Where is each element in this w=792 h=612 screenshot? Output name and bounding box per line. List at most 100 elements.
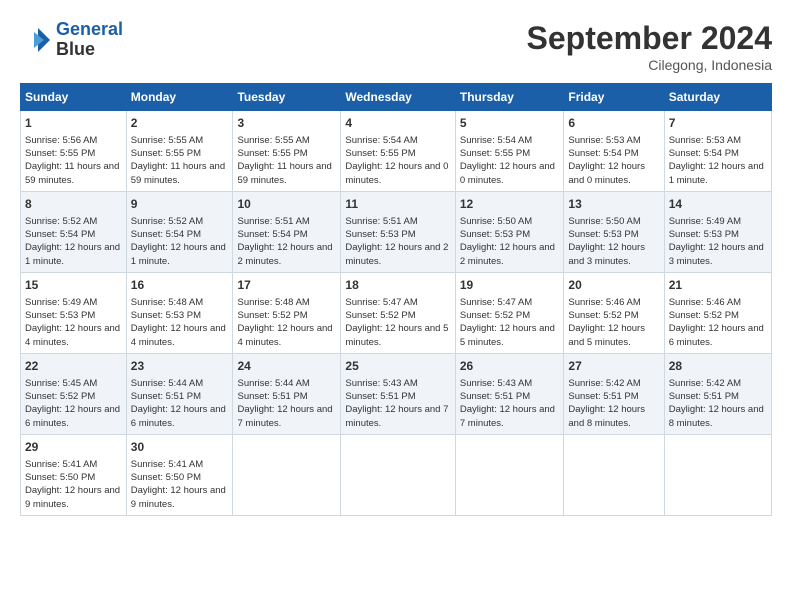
sunrise: Sunrise: 5:46 AM (568, 297, 640, 308)
day-number: 27 (568, 358, 659, 375)
day-number: 26 (460, 358, 560, 375)
sunrise: Sunrise: 5:42 AM (669, 378, 741, 389)
table-row: 16Sunrise: 5:48 AMSunset: 5:53 PMDayligh… (126, 272, 233, 353)
sunset: Sunset: 5:51 PM (131, 391, 201, 402)
sunrise: Sunrise: 5:54 AM (345, 135, 417, 146)
day-number: 12 (460, 196, 560, 213)
day-number: 9 (131, 196, 229, 213)
table-row: 6Sunrise: 5:53 AMSunset: 5:54 PMDaylight… (564, 111, 664, 192)
daylight-label: Daylight: 12 hours and 5 minutes. (460, 323, 555, 347)
table-row: 30Sunrise: 5:41 AMSunset: 5:50 PMDayligh… (126, 434, 233, 515)
calendar-table: Sunday Monday Tuesday Wednesday Thursday… (20, 83, 772, 516)
daylight-label: Daylight: 12 hours and 3 minutes. (568, 242, 645, 266)
col-thursday: Thursday (455, 84, 564, 111)
logo-text: General Blue (56, 20, 123, 60)
day-number: 25 (345, 358, 450, 375)
daylight-label: Daylight: 12 hours and 2 minutes. (460, 242, 555, 266)
day-number: 28 (669, 358, 767, 375)
sunset: Sunset: 5:52 PM (25, 391, 95, 402)
sunrise: Sunrise: 5:41 AM (25, 459, 97, 470)
table-row: 24Sunrise: 5:44 AMSunset: 5:51 PMDayligh… (233, 353, 341, 434)
daylight-label: Daylight: 11 hours and 59 minutes. (25, 161, 119, 185)
day-number: 2 (131, 115, 229, 132)
table-row: 10Sunrise: 5:51 AMSunset: 5:54 PMDayligh… (233, 191, 341, 272)
daylight-label: Daylight: 12 hours and 0 minutes. (460, 161, 555, 185)
table-row: 18Sunrise: 5:47 AMSunset: 5:52 PMDayligh… (341, 272, 455, 353)
table-row: 4Sunrise: 5:54 AMSunset: 5:55 PMDaylight… (341, 111, 455, 192)
sunrise: Sunrise: 5:52 AM (131, 216, 203, 227)
table-row: 8Sunrise: 5:52 AMSunset: 5:54 PMDaylight… (21, 191, 127, 272)
day-number: 16 (131, 277, 229, 294)
sunrise: Sunrise: 5:42 AM (568, 378, 640, 389)
sunset: Sunset: 5:51 PM (568, 391, 638, 402)
table-row: 28 Sunrise: 5:42 AM Sunset: 5:51 PM Dayligh… (664, 353, 771, 434)
sunset: Sunset: 5:52 PM (237, 310, 307, 321)
day-number: 4 (345, 115, 450, 132)
table-row: 20Sunrise: 5:46 AMSunset: 5:52 PMDayligh… (564, 272, 664, 353)
location: Cilegong, Indonesia (527, 57, 772, 73)
sunset: Sunset: 5:52 PM (460, 310, 530, 321)
table-row: 5Sunrise: 5:54 AMSunset: 5:55 PMDaylight… (455, 111, 564, 192)
day-number: 20 (568, 277, 659, 294)
daylight-label: Daylight: 12 hours and 8 minutes. (669, 404, 764, 428)
table-row: 9Sunrise: 5:52 AMSunset: 5:54 PMDaylight… (126, 191, 233, 272)
day-number: 13 (568, 196, 659, 213)
sunset: Sunset: 5:55 PM (25, 148, 95, 159)
daylight-label: Daylight: 12 hours and 0 minutes. (568, 161, 645, 185)
daylight-label: Daylight: 12 hours and 7 minutes. (345, 404, 448, 428)
daylight-label: Daylight: 12 hours and 1 minute. (669, 161, 764, 185)
page-header: General Blue September 2024 Cilegong, In… (20, 20, 772, 73)
table-row (233, 434, 341, 515)
sunrise: Sunrise: 5:43 AM (345, 378, 417, 389)
sunset: Sunset: 5:54 PM (237, 229, 307, 240)
table-row (455, 434, 564, 515)
sunrise: Sunrise: 5:53 AM (669, 135, 741, 146)
table-row: 14Sunrise: 5:49 AMSunset: 5:53 PMDayligh… (664, 191, 771, 272)
daylight-label: Daylight: 12 hours and 9 minutes. (131, 485, 226, 509)
sunrise: Sunrise: 5:43 AM (460, 378, 532, 389)
sunset: Sunset: 5:53 PM (25, 310, 95, 321)
sunrise: Sunrise: 5:50 AM (460, 216, 532, 227)
sunrise: Sunrise: 5:55 AM (237, 135, 309, 146)
daylight-label: Daylight: 12 hours and 5 minutes. (568, 323, 645, 347)
table-row (341, 434, 455, 515)
sunset: Sunset: 5:53 PM (345, 229, 415, 240)
col-monday: Monday (126, 84, 233, 111)
table-row: 1Sunrise: 5:56 AMSunset: 5:55 PMDaylight… (21, 111, 127, 192)
daylight-label: Daylight: 12 hours and 4 minutes. (237, 323, 332, 347)
day-number: 1 (25, 115, 122, 132)
sunrise: Sunrise: 5:49 AM (669, 216, 741, 227)
sunset: Sunset: 5:51 PM (669, 391, 739, 402)
sunset: Sunset: 5:54 PM (568, 148, 638, 159)
sunrise: Sunrise: 5:50 AM (568, 216, 640, 227)
sunset: Sunset: 5:55 PM (131, 148, 201, 159)
sunrise: Sunrise: 5:44 AM (131, 378, 203, 389)
col-saturday: Saturday (664, 84, 771, 111)
day-number: 29 (25, 439, 122, 456)
day-number: 17 (237, 277, 336, 294)
sunset: Sunset: 5:53 PM (460, 229, 530, 240)
day-number: 19 (460, 277, 560, 294)
sunset: Sunset: 5:50 PM (25, 472, 95, 483)
daylight-label: Daylight: 11 hours and 59 minutes. (131, 161, 225, 185)
sunrise: Sunrise: 5:41 AM (131, 459, 203, 470)
sunset: Sunset: 5:50 PM (131, 472, 201, 483)
sunrise: Sunrise: 5:51 AM (237, 216, 309, 227)
daylight-label: Daylight: 12 hours and 6 minutes. (25, 404, 120, 428)
table-row: 17Sunrise: 5:48 AMSunset: 5:52 PMDayligh… (233, 272, 341, 353)
col-wednesday: Wednesday (341, 84, 455, 111)
sunset: Sunset: 5:55 PM (237, 148, 307, 159)
daylight-label: Daylight: 12 hours and 8 minutes. (568, 404, 645, 428)
sunrise: Sunrise: 5:51 AM (345, 216, 417, 227)
day-number: 11 (345, 196, 450, 213)
table-row: 19Sunrise: 5:47 AMSunset: 5:52 PMDayligh… (455, 272, 564, 353)
table-row: 15Sunrise: 5:49 AMSunset: 5:53 PMDayligh… (21, 272, 127, 353)
sunrise: Sunrise: 5:48 AM (131, 297, 203, 308)
sunrise: Sunrise: 5:46 AM (669, 297, 741, 308)
sunrise: Sunrise: 5:45 AM (25, 378, 97, 389)
day-number: 15 (25, 277, 122, 294)
calendar-header: Sunday Monday Tuesday Wednesday Thursday… (21, 84, 772, 111)
sunset: Sunset: 5:52 PM (669, 310, 739, 321)
daylight-label: Daylight: 11 hours and 59 minutes. (237, 161, 331, 185)
day-number: 23 (131, 358, 229, 375)
